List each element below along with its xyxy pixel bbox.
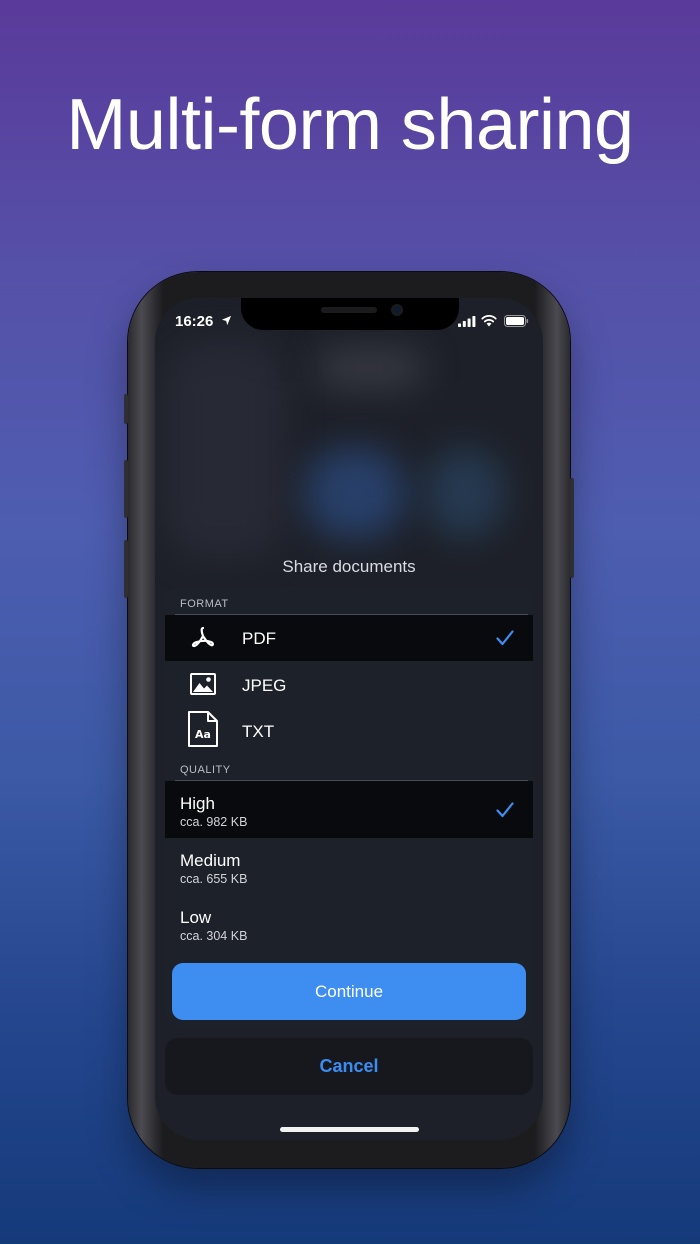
quality-size-low: cca. 304 KB	[180, 929, 248, 943]
share-sheet-title: Share documents	[282, 557, 416, 576]
quality-option-medium[interactable]: Medium cca. 655 KB	[165, 838, 533, 895]
format-label-pdf: PDF	[242, 629, 276, 648]
battery-icon	[504, 315, 529, 327]
cancel-button[interactable]: Cancel	[165, 1038, 533, 1095]
format-option-pdf[interactable]: PDF	[165, 615, 533, 661]
status-time: 16:26	[175, 313, 214, 330]
quality-section-header: QUALITY	[180, 764, 231, 776]
share-options-sheet: FORMAT PDF JPEG Aa TXT QUALITY High cca.…	[165, 587, 533, 1027]
pdf-icon	[191, 626, 214, 648]
volume-down-button	[124, 540, 128, 598]
mute-switch	[124, 394, 128, 424]
quality-size-high: cca. 982 KB	[180, 815, 248, 829]
signal-icon	[458, 316, 476, 327]
location-arrow-icon	[221, 315, 232, 326]
notch	[241, 298, 459, 330]
continue-button[interactable]: Continue	[172, 963, 526, 1020]
format-label-jpeg: JPEG	[242, 676, 287, 695]
status-bar: 16:26	[155, 298, 543, 344]
text-document-icon: Aa	[188, 711, 218, 747]
quality-label-high: High	[180, 794, 215, 813]
phone-screen: 16:26 Share documents FORMAT PDF JPEG Aa…	[155, 298, 543, 1140]
quality-label-low: Low	[180, 908, 212, 927]
volume-up-button	[124, 460, 128, 518]
quality-label-medium: Medium	[180, 851, 241, 870]
quality-option-high[interactable]: High cca. 982 KB	[165, 781, 533, 838]
wifi-icon	[481, 314, 497, 327]
svg-text:Aa: Aa	[195, 728, 211, 741]
format-option-txt[interactable]: Aa TXT	[165, 707, 533, 753]
headline: Multi-form sharing	[66, 85, 634, 165]
image-icon	[190, 673, 216, 695]
front-camera	[391, 304, 403, 316]
speaker-grille	[321, 307, 377, 313]
format-label-txt: TXT	[242, 722, 275, 741]
checkmark-icon	[496, 802, 514, 818]
quality-option-low[interactable]: Low cca. 304 KB	[165, 895, 533, 952]
home-indicator[interactable]	[280, 1127, 419, 1132]
power-button	[570, 478, 574, 578]
format-option-jpeg[interactable]: JPEG	[165, 661, 533, 707]
quality-size-medium: cca. 655 KB	[180, 872, 248, 886]
format-section-header: FORMAT	[180, 598, 229, 610]
checkmark-icon	[496, 630, 514, 646]
